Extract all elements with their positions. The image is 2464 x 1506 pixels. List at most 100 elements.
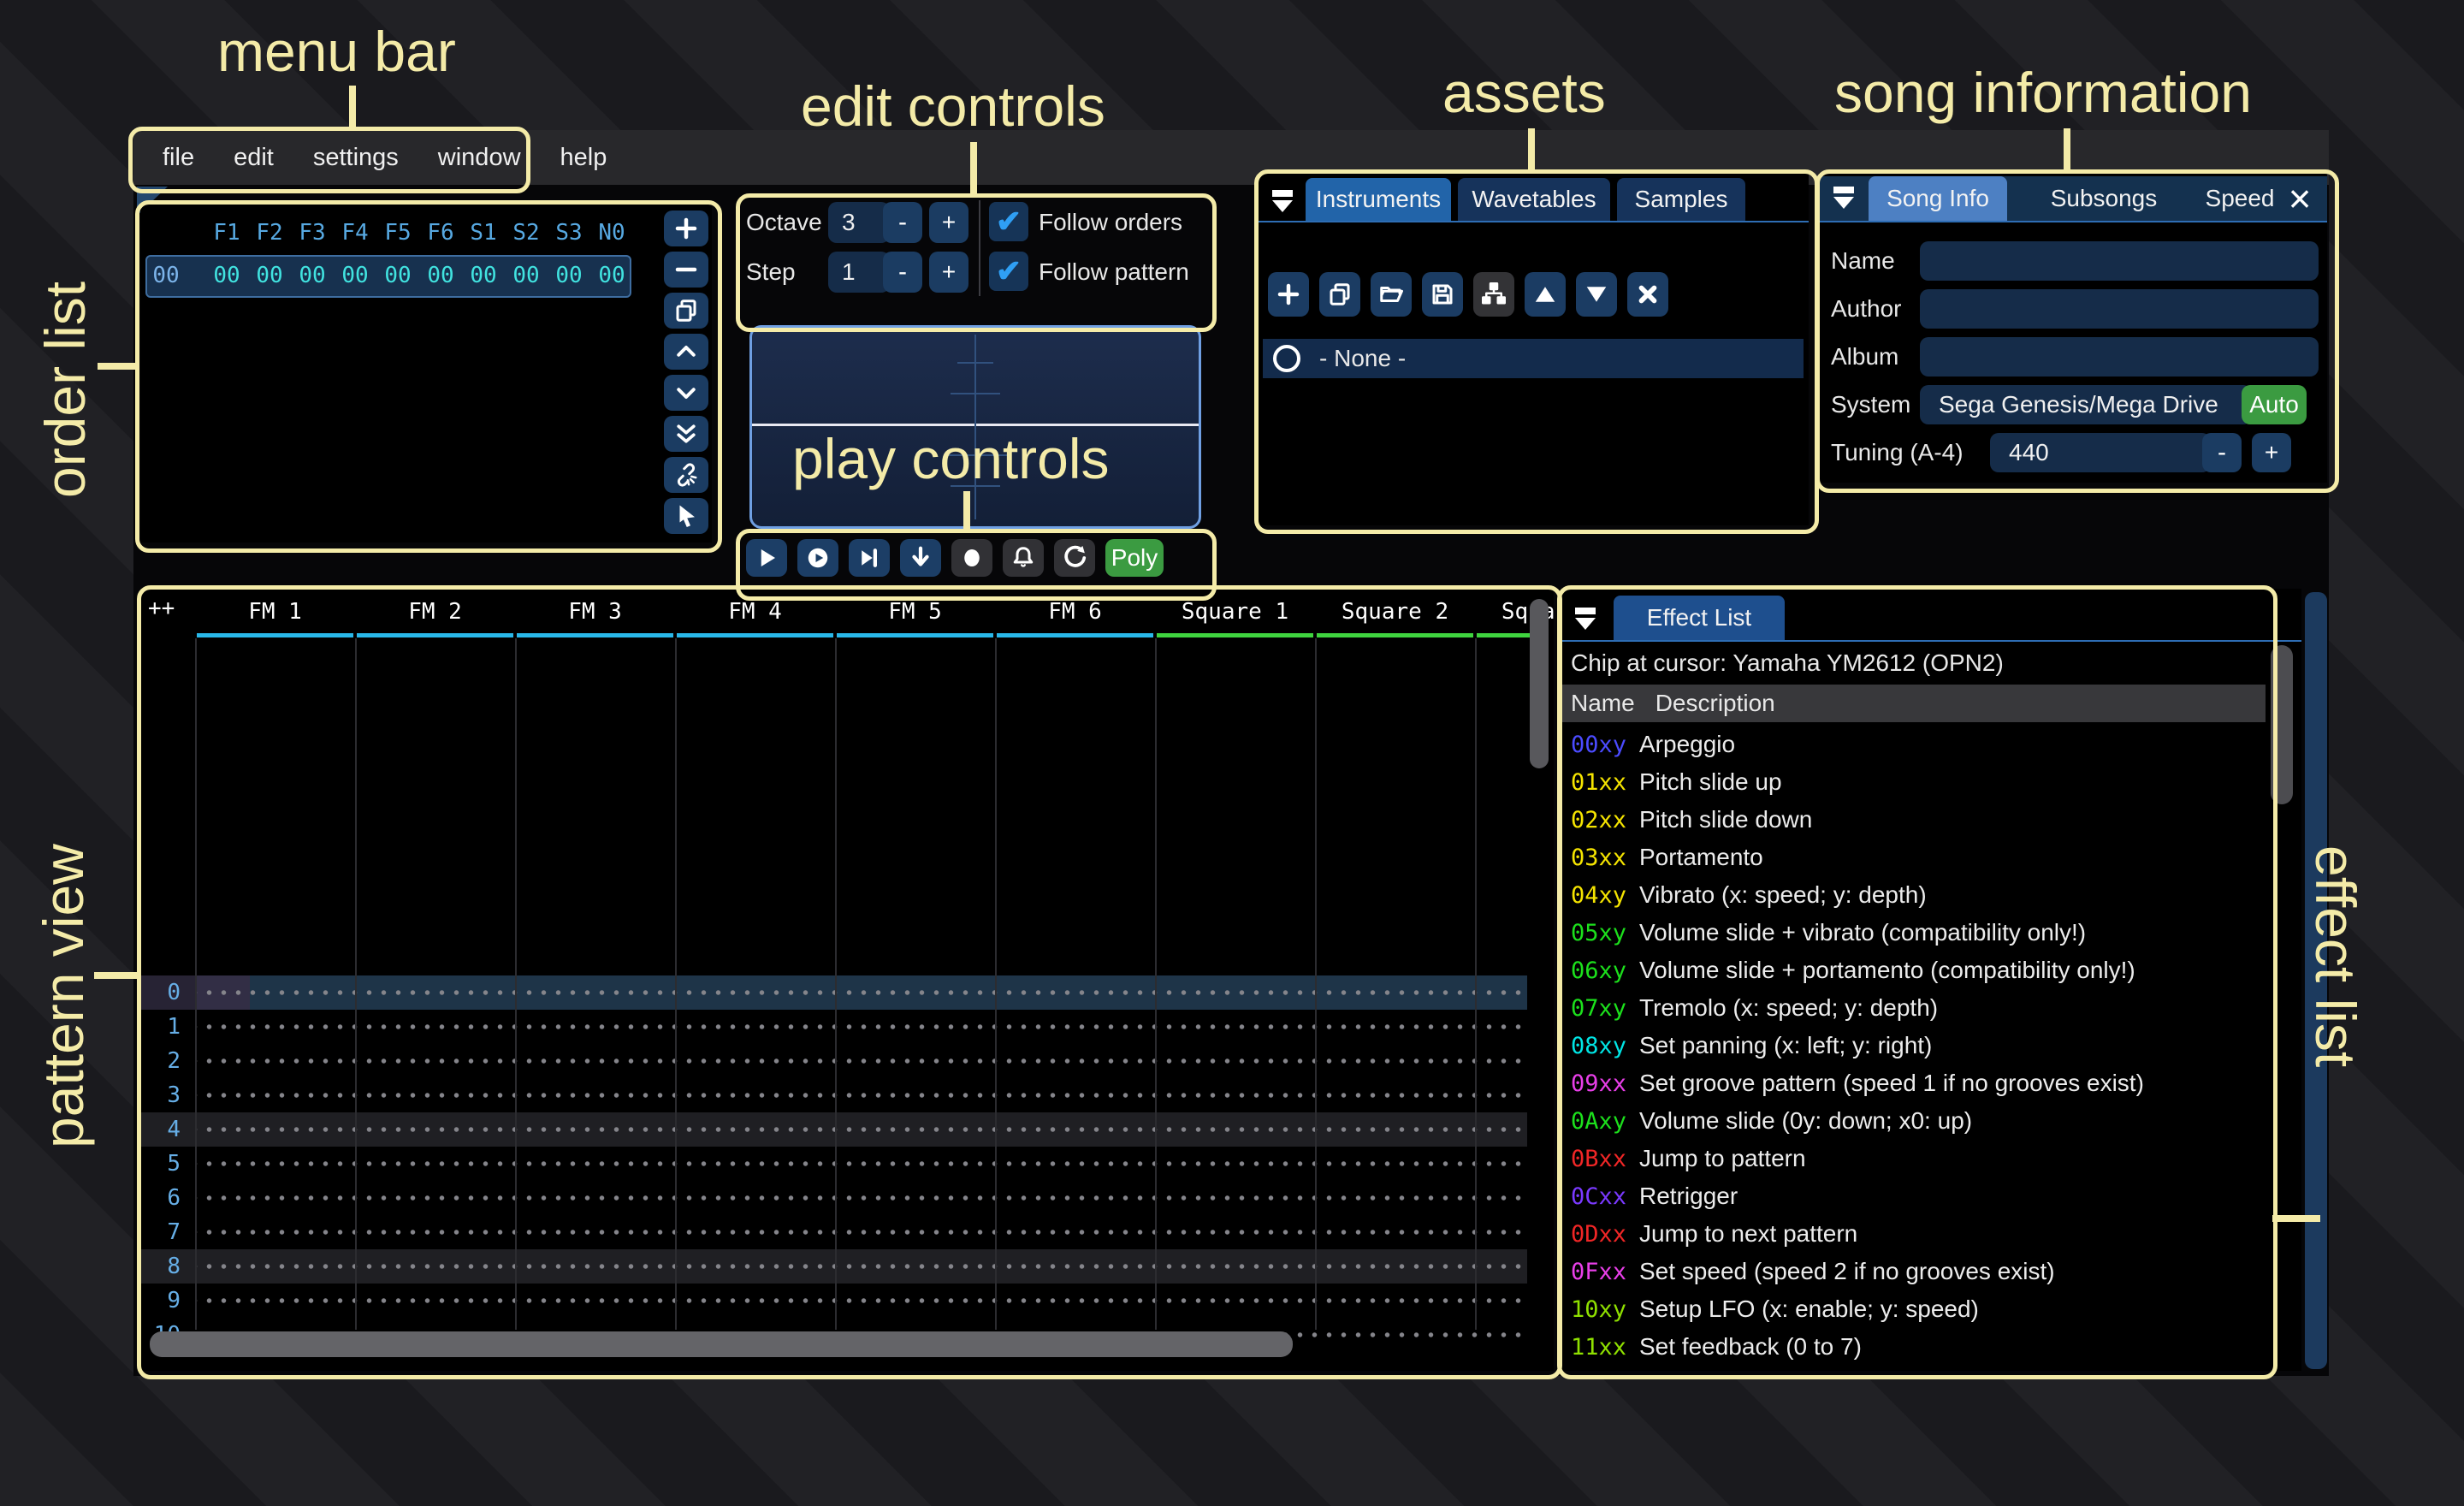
song-info-collapse-button[interactable]: [1826, 180, 1862, 216]
play-button[interactable]: [746, 539, 787, 577]
system-auto-button[interactable]: Auto: [2242, 385, 2307, 424]
order-plus-button[interactable]: [664, 210, 708, 246]
asset-delete-button[interactable]: [1627, 272, 1668, 317]
octave-plus-button[interactable]: +: [929, 202, 968, 243]
pattern-row-cells[interactable]: [195, 1112, 1530, 1147]
name-input[interactable]: [1920, 241, 2319, 281]
system-combo[interactable]: Sega Genesis/Mega Drive: [1920, 385, 2252, 424]
author-input[interactable]: [1920, 289, 2319, 329]
tab-samples[interactable]: Samples: [1617, 178, 1745, 221]
follow-pattern-checkbox[interactable]: ✔: [989, 252, 1028, 291]
channel-header-fm-5[interactable]: FM 5: [835, 597, 995, 626]
tuning-input[interactable]: 440: [1990, 433, 2211, 472]
order-cell[interactable]: 00: [548, 257, 590, 294]
order-chevron-down-button[interactable]: [664, 375, 708, 411]
pattern-row-cells[interactable]: [195, 1078, 1530, 1112]
play-pattern-button[interactable]: [797, 539, 838, 577]
asset-save-button[interactable]: [1422, 272, 1463, 317]
effect-row[interactable]: 08xy Set panning (x: left; y: right): [1571, 1027, 1932, 1064]
order-chevron-up-button[interactable]: [664, 334, 708, 370]
channel-header-fm-3[interactable]: FM 3: [515, 597, 675, 626]
pattern-row-cells[interactable]: [195, 1249, 1530, 1284]
order-cell[interactable]: 00: [205, 257, 248, 294]
asset-toggle-folders-button[interactable]: [1473, 272, 1514, 317]
channel-header-square-2[interactable]: Square 2: [1315, 597, 1475, 626]
effect-row[interactable]: 0Dxx Jump to next pattern: [1571, 1215, 1857, 1253]
effect-row[interactable]: 06xy Volume slide + portamento (compatibi…: [1571, 952, 2135, 989]
asset-move-down-button[interactable]: [1576, 272, 1617, 317]
effect-row[interactable]: 00xy Arpeggio: [1571, 726, 1735, 763]
effect-list-collapse-button[interactable]: [1567, 601, 1603, 637]
pattern-corner-button[interactable]: ++: [148, 596, 175, 621]
order-minus-button[interactable]: [664, 252, 708, 288]
pattern-row-cells[interactable]: [195, 1284, 1530, 1318]
order-cell[interactable]: 00: [376, 257, 419, 294]
order-double-chevron-down-button[interactable]: [664, 416, 708, 452]
effect-row[interactable]: 01xx Pitch slide up: [1571, 763, 1782, 801]
channel-header-fm-2[interactable]: FM 2: [355, 597, 515, 626]
tuning-plus-button[interactable]: +: [2252, 433, 2291, 472]
effect-row[interactable]: 07xy Tremolo (x: speed; y: depth): [1571, 989, 1938, 1027]
asset-duplicate-button[interactable]: [1319, 272, 1360, 317]
asset-move-up-button[interactable]: [1525, 272, 1566, 317]
menu-item-file[interactable]: file: [163, 144, 194, 172]
order-cell[interactable]: 00: [462, 257, 505, 294]
tuning-minus-button[interactable]: -: [2202, 433, 2242, 472]
pattern-row-cells[interactable]: [195, 975, 1530, 1010]
step-input[interactable]: 1: [828, 252, 890, 293]
pattern-row-cells[interactable]: [195, 1215, 1530, 1249]
poly-button[interactable]: Poly: [1105, 539, 1164, 577]
menu-item-settings[interactable]: settings: [313, 144, 399, 172]
channel-header-fm-1[interactable]: FM 1: [195, 597, 355, 626]
order-cursor-button[interactable]: [664, 498, 708, 534]
step-plus-button[interactable]: +: [929, 252, 968, 293]
tab-song-info[interactable]: Song Info: [1869, 176, 2007, 221]
menu-item-help[interactable]: help: [560, 144, 607, 172]
metronome-button[interactable]: [1003, 539, 1044, 577]
order-broken-link-button[interactable]: [664, 457, 708, 493]
menu-item-window[interactable]: window: [438, 144, 521, 172]
effect-row[interactable]: 03xx Portamento: [1571, 839, 1763, 876]
tab-subsongs[interactable]: Subsongs: [2040, 176, 2168, 221]
effect-row[interactable]: 11xx Set feedback (0 to 7): [1571, 1328, 1862, 1366]
album-input[interactable]: [1920, 337, 2319, 376]
asset-list-item[interactable]: - None -: [1263, 339, 1804, 378]
follow-orders-checkbox[interactable]: ✔: [989, 202, 1028, 241]
effect-vertical-scrollbar[interactable]: [2271, 645, 2293, 804]
order-cell[interactable]: 00: [505, 257, 548, 294]
effect-row[interactable]: 0Fxx Set speed (speed 2 if no grooves exi…: [1571, 1253, 2055, 1290]
tab-effect-list[interactable]: Effect List: [1614, 596, 1785, 640]
song-info-close-icon[interactable]: ×: [2281, 179, 2319, 218]
assets-collapse-button[interactable]: [1265, 183, 1300, 219]
repeat-pattern-button[interactable]: [1054, 539, 1095, 577]
order-cell[interactable]: 00: [590, 257, 633, 294]
pattern-row-cells[interactable]: [195, 1147, 1530, 1181]
effect-row[interactable]: 04xy Vibrato (x: speed; y: depth): [1571, 876, 1927, 914]
asset-open-button[interactable]: [1371, 272, 1412, 317]
order-duplicate-button[interactable]: [664, 293, 708, 329]
play-from-cursor-button[interactable]: [849, 539, 890, 577]
tab-wavetables[interactable]: Wavetables: [1458, 178, 1610, 221]
octave-input[interactable]: 3: [828, 202, 890, 243]
effect-row[interactable]: 05xy Volume slide + vibrato (compatibilit…: [1571, 914, 2086, 952]
order-cell[interactable]: 00: [248, 257, 291, 294]
asset-add-button[interactable]: [1268, 272, 1309, 317]
pattern-row-cells[interactable]: [195, 1181, 1530, 1215]
pattern-vertical-scrollbar[interactable]: [1530, 599, 1549, 768]
record-button[interactable]: [951, 539, 992, 577]
pattern-row-cells[interactable]: [195, 1010, 1530, 1044]
channel-header-fm-6[interactable]: FM 6: [995, 597, 1155, 626]
effect-row[interactable]: 0Bxx Jump to pattern: [1571, 1140, 1806, 1177]
order-cell[interactable]: 00: [334, 257, 376, 294]
effect-row[interactable]: 0Axy Volume slide (0y: down; x0: up): [1571, 1102, 1972, 1140]
effect-row[interactable]: 10xy Setup LFO (x: enable; y: speed): [1571, 1290, 1979, 1328]
menu-item-edit[interactable]: edit: [234, 144, 274, 172]
channel-header-fm-4[interactable]: FM 4: [675, 597, 835, 626]
effect-row[interactable]: 0Cxx Retrigger: [1571, 1177, 1738, 1215]
tab-speed[interactable]: Speed: [2189, 176, 2291, 221]
pattern-row-cells[interactable]: [195, 1044, 1530, 1078]
order-cell[interactable]: 00: [291, 257, 334, 294]
effect-row[interactable]: 09xx Set groove pattern (speed 1 if no gr…: [1571, 1064, 2144, 1102]
pattern-horizontal-scrollbar[interactable]: [150, 1331, 1293, 1357]
channel-header-square-1[interactable]: Square 1: [1155, 597, 1315, 626]
